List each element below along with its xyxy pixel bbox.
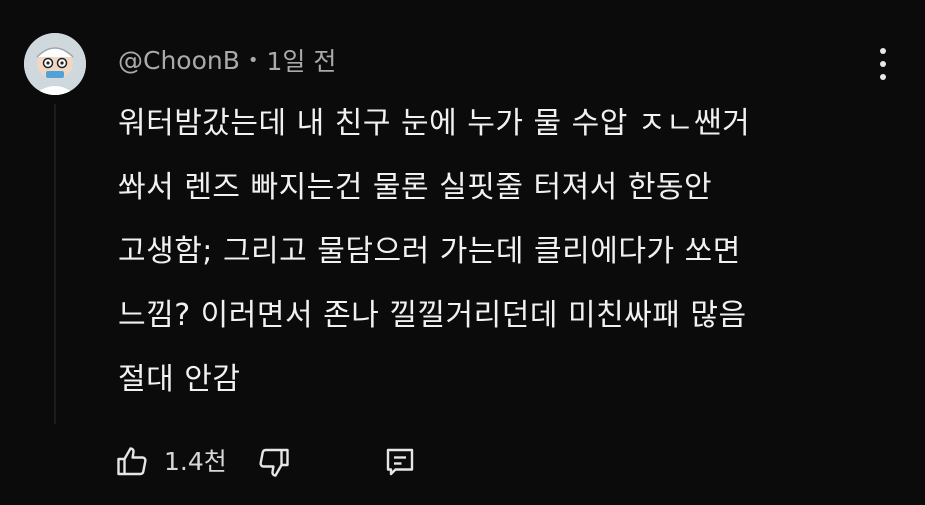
more-vertical-icon-dot xyxy=(880,61,886,67)
comment-text-line: 쏴서 렌즈 빠지는건 물론 실핏줄 터져서 한동안 xyxy=(118,170,713,205)
comment-text: 워터밤갔는데 내 친구 눈에 누가 물 수압 ㅈㄴ쌘거 쏴서 렌즈 빠지는건 물… xyxy=(118,92,878,412)
avatar-cartoon-icon xyxy=(24,33,86,95)
comment-text-line: 느낌? 이러면서 존나 낄낄거리던데 미친싸패 많음 xyxy=(118,298,747,333)
thread-line xyxy=(54,104,56,424)
comment-text-line: 절대 안감 xyxy=(118,362,241,397)
thumb-up-icon xyxy=(117,447,147,476)
thumb-down-icon xyxy=(259,448,289,477)
comment-text-line: 고생함; 그리고 물담으러 가는데 클리에다가 쏘면 xyxy=(118,234,741,269)
comment-header: @ChoonB • 1일 전 xyxy=(118,42,336,78)
comment-timestamp[interactable]: 1일 전 xyxy=(267,42,337,78)
comment-reply-icon xyxy=(386,448,414,476)
comment-text-line: 워터밤갔는데 내 친구 눈에 누가 물 수압 ㅈㄴ쌘거 xyxy=(118,106,751,141)
comment-author[interactable]: @ChoonB xyxy=(118,46,240,75)
more-vertical-icon-dot xyxy=(880,74,886,80)
avatar[interactable] xyxy=(24,33,86,95)
like-count: 1.4천 xyxy=(164,447,227,476)
like-button[interactable] xyxy=(114,440,150,484)
comment-actions: 1.4천 xyxy=(114,440,434,484)
header-separator: • xyxy=(247,49,259,71)
more-vertical-icon xyxy=(880,48,886,54)
comment-thread: @ChoonB • 1일 전 워터밤갔는데 내 친구 눈에 누가 물 수압 ㅈㄴ… xyxy=(0,0,925,505)
more-options-button[interactable] xyxy=(868,46,898,82)
dislike-button[interactable] xyxy=(256,440,292,484)
reply-button[interactable] xyxy=(382,440,418,484)
